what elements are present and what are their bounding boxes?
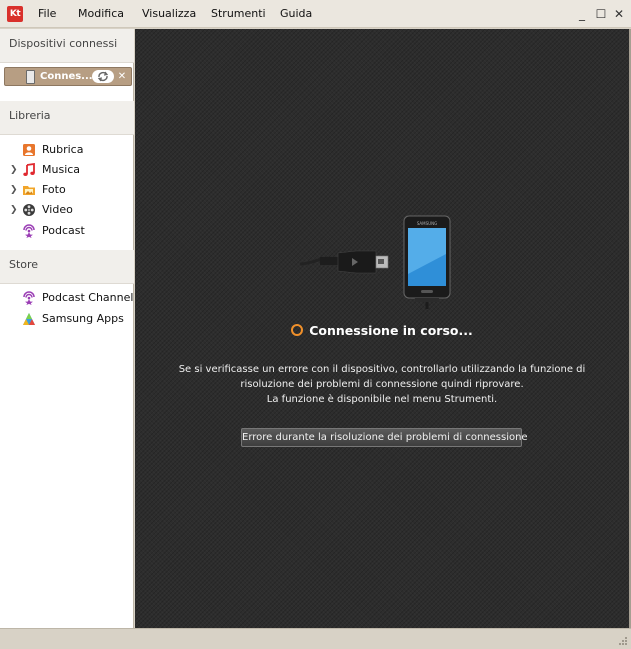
contacts-icon bbox=[23, 144, 35, 156]
library-item-label: Podcast bbox=[42, 224, 85, 237]
menu-modifica[interactable]: Modifica bbox=[78, 0, 124, 28]
library-item-label: Musica bbox=[42, 163, 81, 176]
music-icon bbox=[23, 163, 35, 176]
store-item-podcast-channel[interactable]: Podcast Channel bbox=[0, 288, 134, 308]
store-header: Store bbox=[0, 250, 134, 284]
device-label: Connes... bbox=[40, 71, 93, 82]
store-item-samsung-apps[interactable]: Samsung Apps bbox=[0, 309, 134, 329]
library-item-label: Foto bbox=[42, 183, 66, 196]
troubleshoot-connection-button[interactable]: Errore durante la risoluzione dei proble… bbox=[241, 428, 528, 447]
store-item-label: Podcast Channel bbox=[42, 291, 134, 304]
info-message-line-1: Se si verificasse un errore con il dispo… bbox=[178, 364, 586, 375]
expand-arrow-icon[interactable]: ❯ bbox=[10, 164, 18, 176]
expand-arrow-icon[interactable]: ❯ bbox=[10, 184, 18, 196]
expand-arrow-icon[interactable]: ❯ bbox=[10, 204, 18, 216]
disconnect-close-icon[interactable]: ✕ bbox=[115, 70, 129, 83]
library-item-musica[interactable]: ❯ Musica bbox=[0, 160, 134, 180]
library-item-foto[interactable]: ❯ Foto bbox=[0, 180, 134, 200]
info-message-line-2: risoluzione dei problemi di connessione … bbox=[240, 379, 524, 390]
connected-devices-header: Dispositivi connessi bbox=[0, 29, 134, 63]
sync-icon[interactable] bbox=[92, 70, 114, 83]
sidebar: Dispositivi connessi Connes... ✕ Libreri… bbox=[0, 29, 134, 628]
store-item-label: Samsung Apps bbox=[42, 312, 124, 325]
photo-icon bbox=[23, 186, 35, 195]
connected-device-item[interactable]: Connes... ✕ bbox=[4, 67, 132, 86]
phone-brand: SAMSUNG bbox=[417, 221, 437, 226]
connection-status: Connessione in corso... bbox=[135, 323, 629, 345]
menu-guida[interactable]: Guida bbox=[280, 0, 312, 28]
samsung-apps-icon bbox=[23, 313, 35, 325]
status-bar bbox=[0, 628, 631, 649]
menu-strumenti[interactable]: Strumenti bbox=[211, 0, 266, 28]
loading-spinner-icon bbox=[291, 323, 304, 336]
library-item-video[interactable]: ❯ Video bbox=[0, 200, 134, 220]
menu-bar: Kt File Modifica Visualizza Strumenti Gu… bbox=[0, 0, 631, 28]
status-text: Connessione in corso... bbox=[309, 323, 473, 338]
library-item-label: Rubrica bbox=[42, 143, 84, 156]
phone-icon bbox=[26, 70, 35, 84]
menu-file[interactable]: File bbox=[38, 0, 56, 28]
podcast-icon bbox=[23, 291, 35, 305]
app-logo-icon[interactable]: Kt bbox=[7, 6, 23, 22]
library-item-rubrica[interactable]: Rubrica bbox=[0, 140, 134, 160]
device-connection-illustration: SAMSUNG bbox=[300, 215, 451, 309]
maximize-button[interactable]: ☐ bbox=[593, 0, 609, 28]
video-icon bbox=[23, 204, 35, 216]
info-message-line-3: La funzione è disponibile nel menu Strum… bbox=[266, 394, 498, 405]
main-panel: SAMSUNG Connessione in corso... Se si ve… bbox=[135, 29, 629, 628]
menu-visualizza[interactable]: Visualizza bbox=[142, 0, 196, 28]
close-window-button[interactable]: ✕ bbox=[611, 0, 627, 28]
library-item-label: Video bbox=[42, 203, 73, 216]
resize-grip-icon[interactable] bbox=[618, 636, 628, 646]
minimize-button[interactable]: _ bbox=[574, 0, 590, 28]
library-item-podcast[interactable]: Podcast bbox=[0, 221, 134, 241]
library-header: Libreria bbox=[0, 101, 134, 135]
podcast-icon bbox=[23, 224, 35, 238]
